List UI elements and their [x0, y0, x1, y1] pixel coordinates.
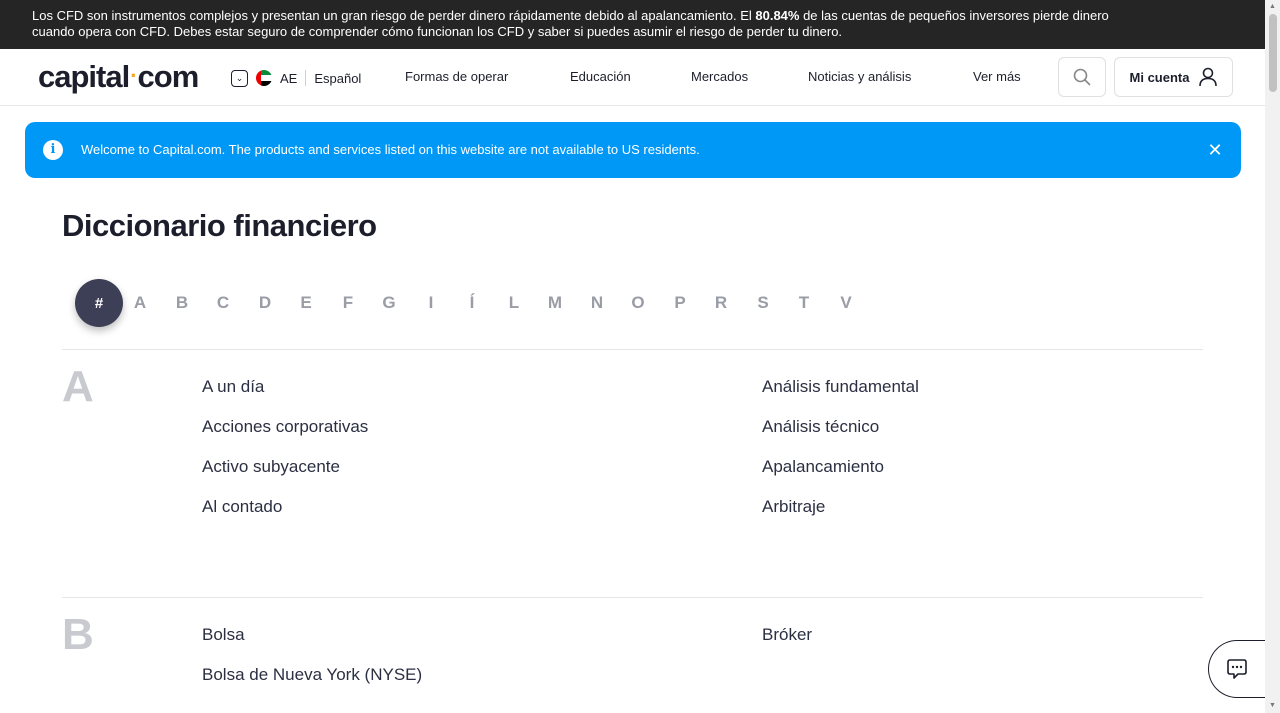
letter-link[interactable]: C [213, 293, 233, 313]
letter-link[interactable]: F [338, 293, 358, 313]
glossary-term-link[interactable]: Activo subyacente [202, 457, 340, 477]
section-letter-a: A [62, 362, 94, 411]
letter-link[interactable]: A [130, 293, 150, 313]
letter-link[interactable]: M [545, 293, 565, 313]
search-button[interactable] [1058, 57, 1106, 97]
glossary-term-link[interactable]: Bolsa [202, 625, 245, 645]
risk-warning-line2: cuando opera con CFD. Debes estar seguro… [32, 24, 843, 39]
glossary-term-link[interactable]: A un día [202, 377, 264, 397]
search-icon [1073, 68, 1091, 86]
glossary-term-link[interactable]: Al contado [202, 497, 282, 517]
account-label: Mi cuenta [1129, 69, 1190, 85]
letter-link[interactable]: T [794, 293, 814, 313]
us-residents-banner: i Welcome to Capital.com. The products a… [25, 122, 1241, 178]
glossary-term-link[interactable]: Apalancamiento [762, 457, 884, 477]
chevron-down-icon[interactable]: ⌄ [231, 69, 248, 87]
letter-link[interactable]: I [421, 293, 441, 313]
glossary-term-link[interactable]: Análisis fundamental [762, 377, 919, 397]
uae-flag-icon [256, 70, 272, 86]
scroll-up-arrow-icon[interactable]: ▲ [1269, 3, 1276, 10]
glossary-term-link[interactable]: Bolsa de Nueva York (NYSE) [202, 665, 422, 685]
letter-link[interactable]: N [587, 293, 607, 313]
risk-percent: 80.84% [755, 8, 800, 23]
section-divider [62, 597, 1203, 598]
letter-link[interactable]: O [628, 293, 648, 313]
logo-dot: · [130, 63, 137, 88]
capital-logo[interactable]: capital·com [38, 59, 200, 95]
nav-ver-mas[interactable]: Ver más [973, 69, 1021, 84]
language-label[interactable]: Español [314, 71, 361, 86]
risk-text-after: de las cuentas de pequeños inversores pi… [799, 8, 1109, 23]
close-icon[interactable]: ✕ [1203, 138, 1227, 162]
letter-link[interactable]: B [172, 293, 192, 313]
page-scrollbar[interactable]: ▲ ▼ [1265, 0, 1280, 713]
letter-link[interactable]: S [753, 293, 773, 313]
logo-left: capital [38, 59, 130, 94]
letter-link[interactable]: P [670, 293, 690, 313]
risk-warning-bar: Los CFD son instrumentos complejos y pre… [0, 0, 1265, 49]
page-title: Diccionario financiero [62, 208, 377, 243]
glossary-term-link[interactable]: Análisis técnico [762, 417, 879, 437]
region-code[interactable]: AE [280, 71, 297, 86]
region-language-selector[interactable]: ⌄ AE Español [231, 68, 361, 88]
letter-link[interactable]: D [255, 293, 275, 313]
nav-formas-de-operar[interactable]: Formas de operar [405, 69, 508, 84]
glossary-term-link[interactable]: Arbitraje [762, 497, 825, 517]
chat-bubble-icon [1227, 659, 1247, 679]
chat-button[interactable] [1208, 640, 1268, 698]
banner-message: Welcome to Capital.com. The products and… [81, 142, 700, 157]
letter-hash-active[interactable]: # [75, 279, 123, 327]
risk-warning-line1: Los CFD son instrumentos complejos y pre… [32, 8, 1233, 24]
nav-educacion[interactable]: Educación [570, 69, 631, 84]
section-divider [62, 349, 1203, 350]
glossary-term-link[interactable]: Acciones corporativas [202, 417, 368, 437]
scroll-down-arrow-icon[interactable]: ▼ [1269, 702, 1276, 709]
letter-link[interactable]: G [379, 293, 399, 313]
letter-link[interactable]: V [836, 293, 856, 313]
letter-link[interactable]: Í [462, 293, 482, 313]
nav-noticias-analisis[interactable]: Noticias y análisis [808, 69, 911, 84]
site-header: capital·com ⌄ AE Español Formas de opera… [0, 49, 1265, 106]
logo-right: com [137, 59, 200, 94]
nav-mercados[interactable]: Mercados [691, 69, 748, 84]
user-icon [1199, 67, 1218, 87]
letter-link[interactable]: R [711, 293, 731, 313]
letter-link[interactable]: E [296, 293, 316, 313]
region-separator [305, 70, 307, 86]
risk-text-before: Los CFD son instrumentos complejos y pre… [32, 8, 756, 23]
my-account-button[interactable]: Mi cuenta [1114, 57, 1233, 97]
info-icon: i [43, 140, 63, 160]
scrollbar-thumb[interactable] [1269, 14, 1277, 92]
letter-link[interactable]: L [504, 293, 524, 313]
section-letter-b: B [62, 610, 94, 659]
glossary-term-link[interactable]: Bróker [762, 625, 812, 645]
